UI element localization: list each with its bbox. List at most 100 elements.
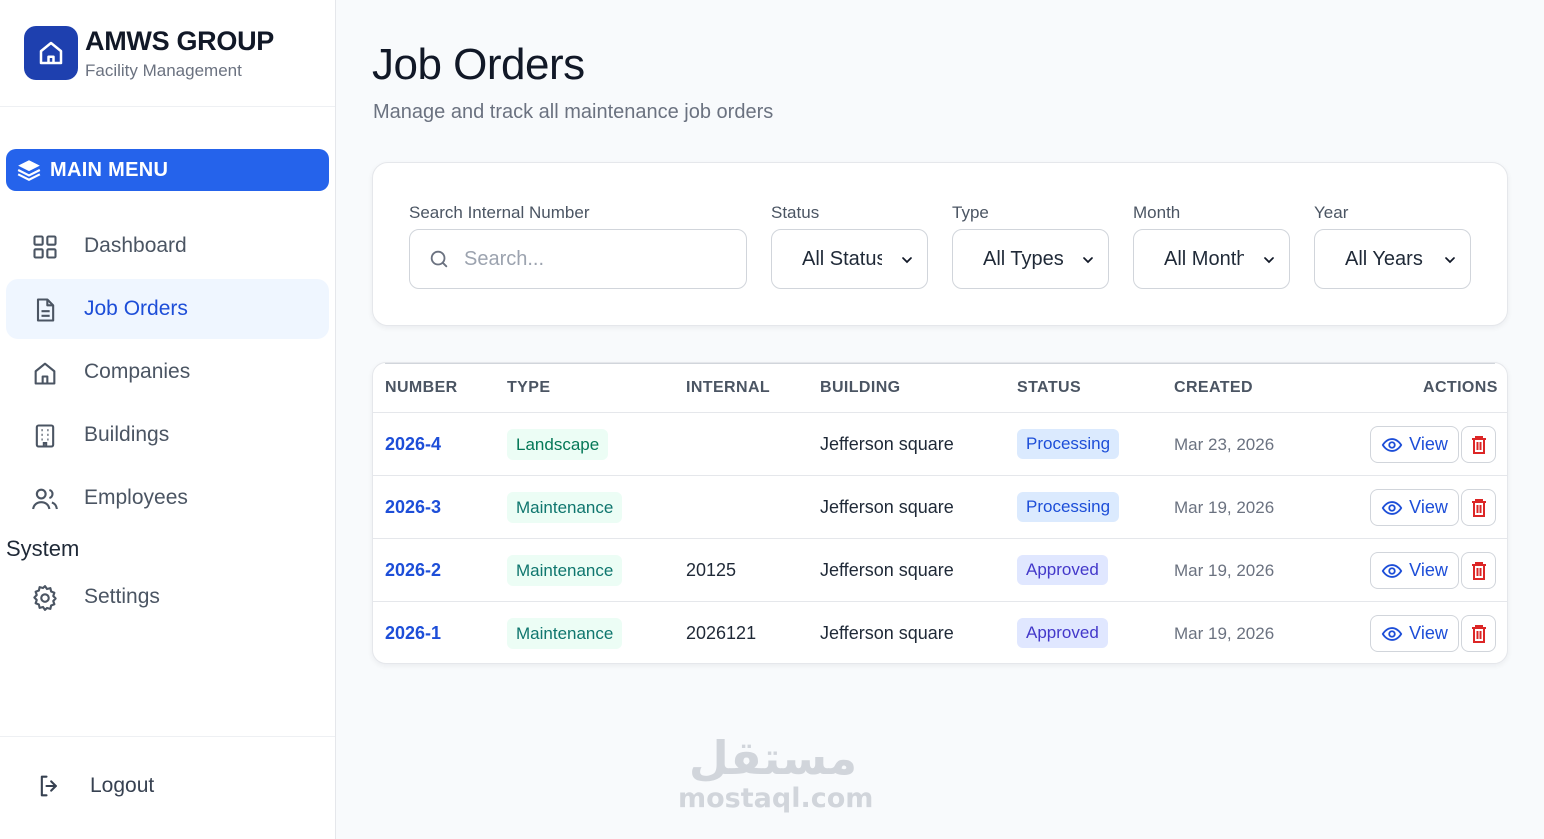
brand-logo	[24, 26, 78, 80]
layers-icon	[16, 157, 42, 183]
status-badge: Approved	[1017, 618, 1108, 648]
chevron-down-icon	[1261, 252, 1277, 268]
logout-button[interactable]: Logout	[36, 772, 154, 800]
sidebar-item-employees[interactable]: Employees	[6, 468, 329, 528]
sidebar-item-label: Job Orders	[84, 297, 188, 320]
search-icon	[428, 248, 450, 270]
sidebar-divider	[0, 736, 335, 737]
home-icon	[39, 41, 63, 65]
building-name: Jefferson square	[820, 434, 954, 454]
year-filter-label: Year	[1314, 203, 1349, 222]
view-label: View	[1409, 623, 1448, 643]
brand-name: AMWS GROUP	[85, 26, 274, 56]
delete-button[interactable]	[1461, 426, 1496, 463]
sidebar-item-settings[interactable]: Settings	[6, 567, 329, 627]
sidebar-item-job-orders[interactable]: Job Orders	[6, 279, 329, 339]
status-filter-label: Status	[771, 203, 820, 222]
table-top-divider	[385, 363, 1495, 364]
sidebar-item-label: Companies	[84, 360, 191, 383]
watermark-latin: mostaql.com	[678, 783, 874, 814]
page-title: Job Orders	[372, 40, 585, 89]
sidebar-item-dashboard[interactable]: Dashboard	[6, 216, 329, 276]
search-label: Search Internal Number	[409, 203, 590, 222]
delete-button[interactable]	[1461, 552, 1496, 589]
building-name: Jefferson square	[820, 560, 954, 580]
trash-icon	[1471, 498, 1487, 517]
view-button[interactable]: View	[1370, 489, 1459, 526]
job-number-link[interactable]: 2026-4	[385, 434, 441, 455]
trash-icon	[1471, 561, 1487, 580]
created-date: Mar 19, 2026	[1174, 561, 1275, 580]
status-badge: Processing	[1017, 492, 1120, 522]
page-subtitle: Manage and track all maintenance job ord…	[373, 101, 774, 123]
view-button[interactable]: View	[1370, 615, 1459, 652]
job-orders-table: NUMBER TYPE INTERNAL BUILDING STATUS CRE…	[372, 362, 1508, 664]
sidebar: AMWS GROUP Facility Management MAIN MENU…	[0, 0, 336, 839]
year-select-value: All Years	[1345, 247, 1423, 270]
delete-button[interactable]	[1461, 615, 1496, 652]
document-icon	[30, 295, 60, 325]
chevron-down-icon	[1442, 252, 1458, 268]
column-header-type: TYPE	[507, 379, 551, 396]
table-row: 2026-1 Maintenance 2026121 Jefferson squ…	[373, 602, 1507, 663]
job-number-link[interactable]: 2026-3	[385, 497, 441, 518]
job-number-link[interactable]: 2026-2	[385, 560, 441, 581]
column-header-number: NUMBER	[385, 379, 458, 396]
building-icon	[30, 421, 60, 451]
created-date: Mar 19, 2026	[1174, 624, 1275, 643]
sidebar-item-buildings[interactable]: Buildings	[6, 405, 329, 465]
users-icon	[30, 484, 60, 514]
job-number-link[interactable]: 2026-1	[385, 623, 441, 644]
sidebar-item-label: Buildings	[84, 423, 170, 446]
status-badge: Approved	[1017, 555, 1108, 585]
column-header-building: BUILDING	[820, 379, 901, 396]
month-filter-label: Month	[1133, 203, 1181, 222]
column-header-status: STATUS	[1017, 379, 1082, 396]
type-badge: Maintenance	[507, 618, 623, 649]
eye-icon	[1381, 497, 1403, 519]
status-select-value: All Status	[802, 247, 882, 270]
watermark-arabic: مستقل	[688, 731, 858, 785]
view-button[interactable]: View	[1370, 552, 1459, 589]
chevron-down-icon	[1080, 252, 1096, 268]
status-badge: Processing	[1017, 429, 1120, 459]
eye-icon	[1381, 434, 1403, 456]
sidebar-item-label: Employees	[84, 486, 188, 509]
search-input[interactable]	[464, 247, 714, 271]
eye-icon	[1381, 623, 1403, 645]
column-header-internal: INTERNAL	[686, 379, 771, 396]
sidebar-item-label: Dashboard	[84, 234, 187, 257]
internal-number: 20125	[686, 560, 737, 580]
table-row: 2026-2 Maintenance 20125 Jefferson squar…	[373, 539, 1507, 602]
view-label: View	[1409, 497, 1448, 517]
internal-number: 2026121	[686, 623, 757, 643]
sidebar-item-companies[interactable]: Companies	[6, 342, 329, 402]
type-select[interactable]: All Types	[952, 229, 1109, 289]
section-label-system: System	[6, 536, 80, 561]
main-menu-header: MAIN MENU	[6, 149, 329, 191]
search-box	[409, 229, 747, 289]
year-select[interactable]: All Years	[1314, 229, 1471, 289]
delete-button[interactable]	[1461, 489, 1496, 526]
month-select[interactable]: All Months	[1133, 229, 1290, 289]
building-name: Jefferson square	[820, 623, 954, 643]
view-button[interactable]: View	[1370, 426, 1459, 463]
type-badge: Maintenance	[507, 555, 623, 586]
chevron-down-icon	[899, 252, 915, 268]
home-icon	[30, 358, 60, 388]
trash-icon	[1471, 624, 1487, 643]
column-header-created: CREATED	[1174, 379, 1253, 396]
main-menu-label: MAIN MENU	[50, 158, 169, 181]
type-filter-label: Type	[952, 203, 989, 222]
trash-icon	[1471, 435, 1487, 454]
gear-icon	[30, 583, 60, 613]
view-label: View	[1409, 434, 1448, 454]
table-row: 2026-3 Maintenance Jefferson square Proc…	[373, 476, 1507, 539]
logout-icon	[36, 772, 64, 800]
view-label: View	[1409, 560, 1448, 580]
table-row: 2026-4 Landscape Jefferson square Proces…	[373, 413, 1507, 476]
created-date: Mar 19, 2026	[1174, 498, 1275, 517]
sidebar-item-label: Settings	[84, 585, 160, 608]
type-badge: Maintenance	[507, 492, 623, 523]
status-select[interactable]: All Status	[771, 229, 928, 289]
